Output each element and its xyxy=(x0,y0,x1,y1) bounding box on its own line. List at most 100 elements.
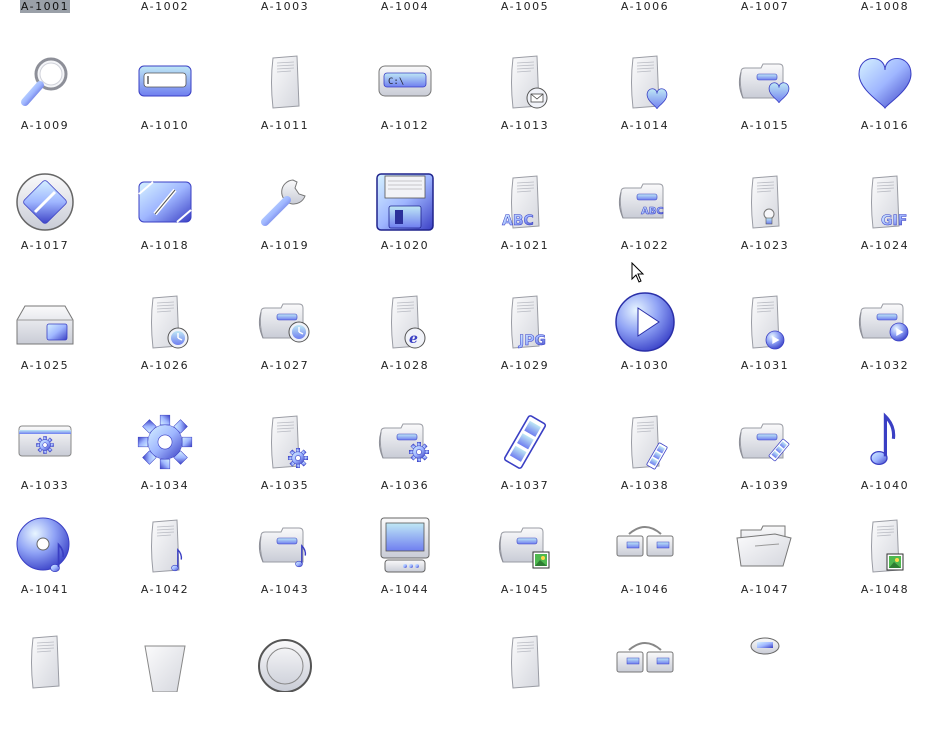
icon-tile[interactable] xyxy=(585,632,705,742)
icon-label-text: A-1023 xyxy=(740,239,790,252)
icon-tile[interactable]: GIF A-1024 xyxy=(825,172,927,282)
icon-label: A-1009 xyxy=(0,119,105,132)
icon-tile[interactable]: A-1009 xyxy=(0,52,105,162)
document-jpg-icon: JPG xyxy=(495,292,555,352)
icon-label: A-1016 xyxy=(825,119,927,132)
icon-tile[interactable]: A-1010 xyxy=(105,52,225,162)
icon-tile[interactable]: A-1018 xyxy=(105,172,225,282)
document-clock-icon xyxy=(135,292,195,352)
icon-tile[interactable] xyxy=(105,632,225,742)
icon-tile[interactable]: A-1039 xyxy=(705,412,825,522)
icon-tile[interactable]: A-1042 xyxy=(105,516,225,626)
icon-tile[interactable] xyxy=(0,632,105,742)
icon-tile[interactable] xyxy=(345,632,465,742)
icon-label-text: A-1020 xyxy=(380,239,430,252)
icon-label: A-1008 xyxy=(825,0,927,13)
icon-tile[interactable]: A-1011 xyxy=(225,52,345,162)
icon-label: A-1007 xyxy=(705,0,825,13)
icon-tile[interactable]: A-1023 xyxy=(705,172,825,282)
icon-label: A-1022 xyxy=(585,239,705,252)
icon-label: A-1034 xyxy=(105,479,225,492)
icon-tile[interactable]: A-1026 xyxy=(105,292,225,402)
document-gear-icon xyxy=(255,412,315,472)
icon-label-text: A-1009 xyxy=(20,119,70,132)
network-folders-icon xyxy=(615,632,675,692)
icon-tile[interactable]: A-1027 xyxy=(225,292,345,402)
icon-tile[interactable]: A-1036 xyxy=(345,412,465,522)
icon-tile[interactable]: A-1044 xyxy=(345,516,465,626)
icon-label: A-1012 xyxy=(345,119,465,132)
icon-tile[interactable]: A-1034 xyxy=(105,412,225,522)
icon-tile[interactable]: A-1037 xyxy=(465,412,585,522)
music-note-icon xyxy=(855,412,915,472)
icon-tile[interactable] xyxy=(825,632,927,742)
icon-label-text: A-1003 xyxy=(260,0,310,13)
icon-tile[interactable]: A-1005 xyxy=(465,0,585,48)
icon-tile[interactable]: ABC A-1021 xyxy=(465,172,585,282)
icon-label: A-1019 xyxy=(225,239,345,252)
icon-label-text: A-1014 xyxy=(620,119,670,132)
icon-label: A-1033 xyxy=(0,479,105,492)
icon-tile[interactable]: A-1047 xyxy=(705,516,825,626)
icon-tile[interactable]: A-1045 xyxy=(465,516,585,626)
user-icon xyxy=(735,632,795,692)
icon-tile[interactable]: A-1048 xyxy=(825,516,927,626)
icon-tile[interactable]: A-1035 xyxy=(225,412,345,522)
icon-label-text: A-1017 xyxy=(20,239,70,252)
icon-label-text: A-1010 xyxy=(140,119,190,132)
folder-clock-icon xyxy=(255,292,315,352)
icon-label: A-1017 xyxy=(0,239,105,252)
folder-image-icon xyxy=(495,516,555,576)
icon-tile[interactable]: e A-1028 xyxy=(345,292,465,402)
icon-tile[interactable]: C:\ A-1012 xyxy=(345,52,465,162)
icon-tile[interactable]: A-1032 xyxy=(825,292,927,402)
icon-tile[interactable]: ABC A-1022 xyxy=(585,172,705,282)
icon-label: A-1005 xyxy=(465,0,585,13)
icon-tile[interactable]: A-1003 xyxy=(225,0,345,48)
document-film-icon xyxy=(615,412,675,472)
icon-tile[interactable] xyxy=(705,632,825,742)
icon-label-text: A-1015 xyxy=(740,119,790,132)
icon-tile[interactable]: A-1014 xyxy=(585,52,705,162)
icon-tile[interactable]: A-1020 xyxy=(345,172,465,282)
icon-tile[interactable]: A-1025 xyxy=(0,292,105,402)
icon-label-text: A-1031 xyxy=(740,359,790,372)
gear-icon xyxy=(135,412,195,472)
icon-tile[interactable]: A-1013 xyxy=(465,52,585,162)
film-strip-icon xyxy=(495,412,555,472)
icon-label: A-1020 xyxy=(345,239,465,252)
document-bulb-icon xyxy=(735,172,795,232)
document-image-icon xyxy=(855,516,915,576)
icon-tile[interactable]: A-1015 xyxy=(705,52,825,162)
icon-tile[interactable]: A-1007 xyxy=(705,0,825,48)
icon-tile[interactable]: A-1008 xyxy=(825,0,927,48)
icon-tile[interactable]: A-1043 xyxy=(225,516,345,626)
icon-label-text: A-1022 xyxy=(620,239,670,252)
icon-tile[interactable] xyxy=(465,632,585,742)
icon-tile[interactable]: A-1017 xyxy=(0,172,105,282)
icon-tile[interactable]: JPG A-1029 xyxy=(465,292,585,402)
icon-label-text: A-1013 xyxy=(500,119,550,132)
document-play-icon xyxy=(735,292,795,352)
icon-tile[interactable]: A-1038 xyxy=(585,412,705,522)
icon-tile[interactable]: A-1030 xyxy=(585,292,705,402)
icon-tile[interactable]: A-1040 xyxy=(825,412,927,522)
icon-tile[interactable]: A-1041 xyxy=(0,516,105,626)
icon-tile[interactable]: A-1004 xyxy=(345,0,465,48)
document-heart-icon xyxy=(615,52,675,112)
computer-monitor-icon xyxy=(375,516,435,576)
icon-tile[interactable]: A-1006 xyxy=(585,0,705,48)
wrench-icon xyxy=(255,172,315,232)
icon-tile[interactable]: A-1033 xyxy=(0,412,105,522)
icon-tile[interactable]: A-1001 xyxy=(0,0,105,48)
network-folders-icon xyxy=(615,516,675,576)
icon-tile[interactable]: A-1031 xyxy=(705,292,825,402)
icon-tile[interactable]: A-1019 xyxy=(225,172,345,282)
icon-label-text: A-1011 xyxy=(260,119,310,132)
icon-tile[interactable]: A-1016 xyxy=(825,52,927,162)
icon-tile[interactable]: A-1002 xyxy=(105,0,225,48)
icon-tile[interactable] xyxy=(225,632,345,742)
svg-text:e: e xyxy=(409,331,418,347)
icon-label: A-1010 xyxy=(105,119,225,132)
icon-tile[interactable]: A-1046 xyxy=(585,516,705,626)
